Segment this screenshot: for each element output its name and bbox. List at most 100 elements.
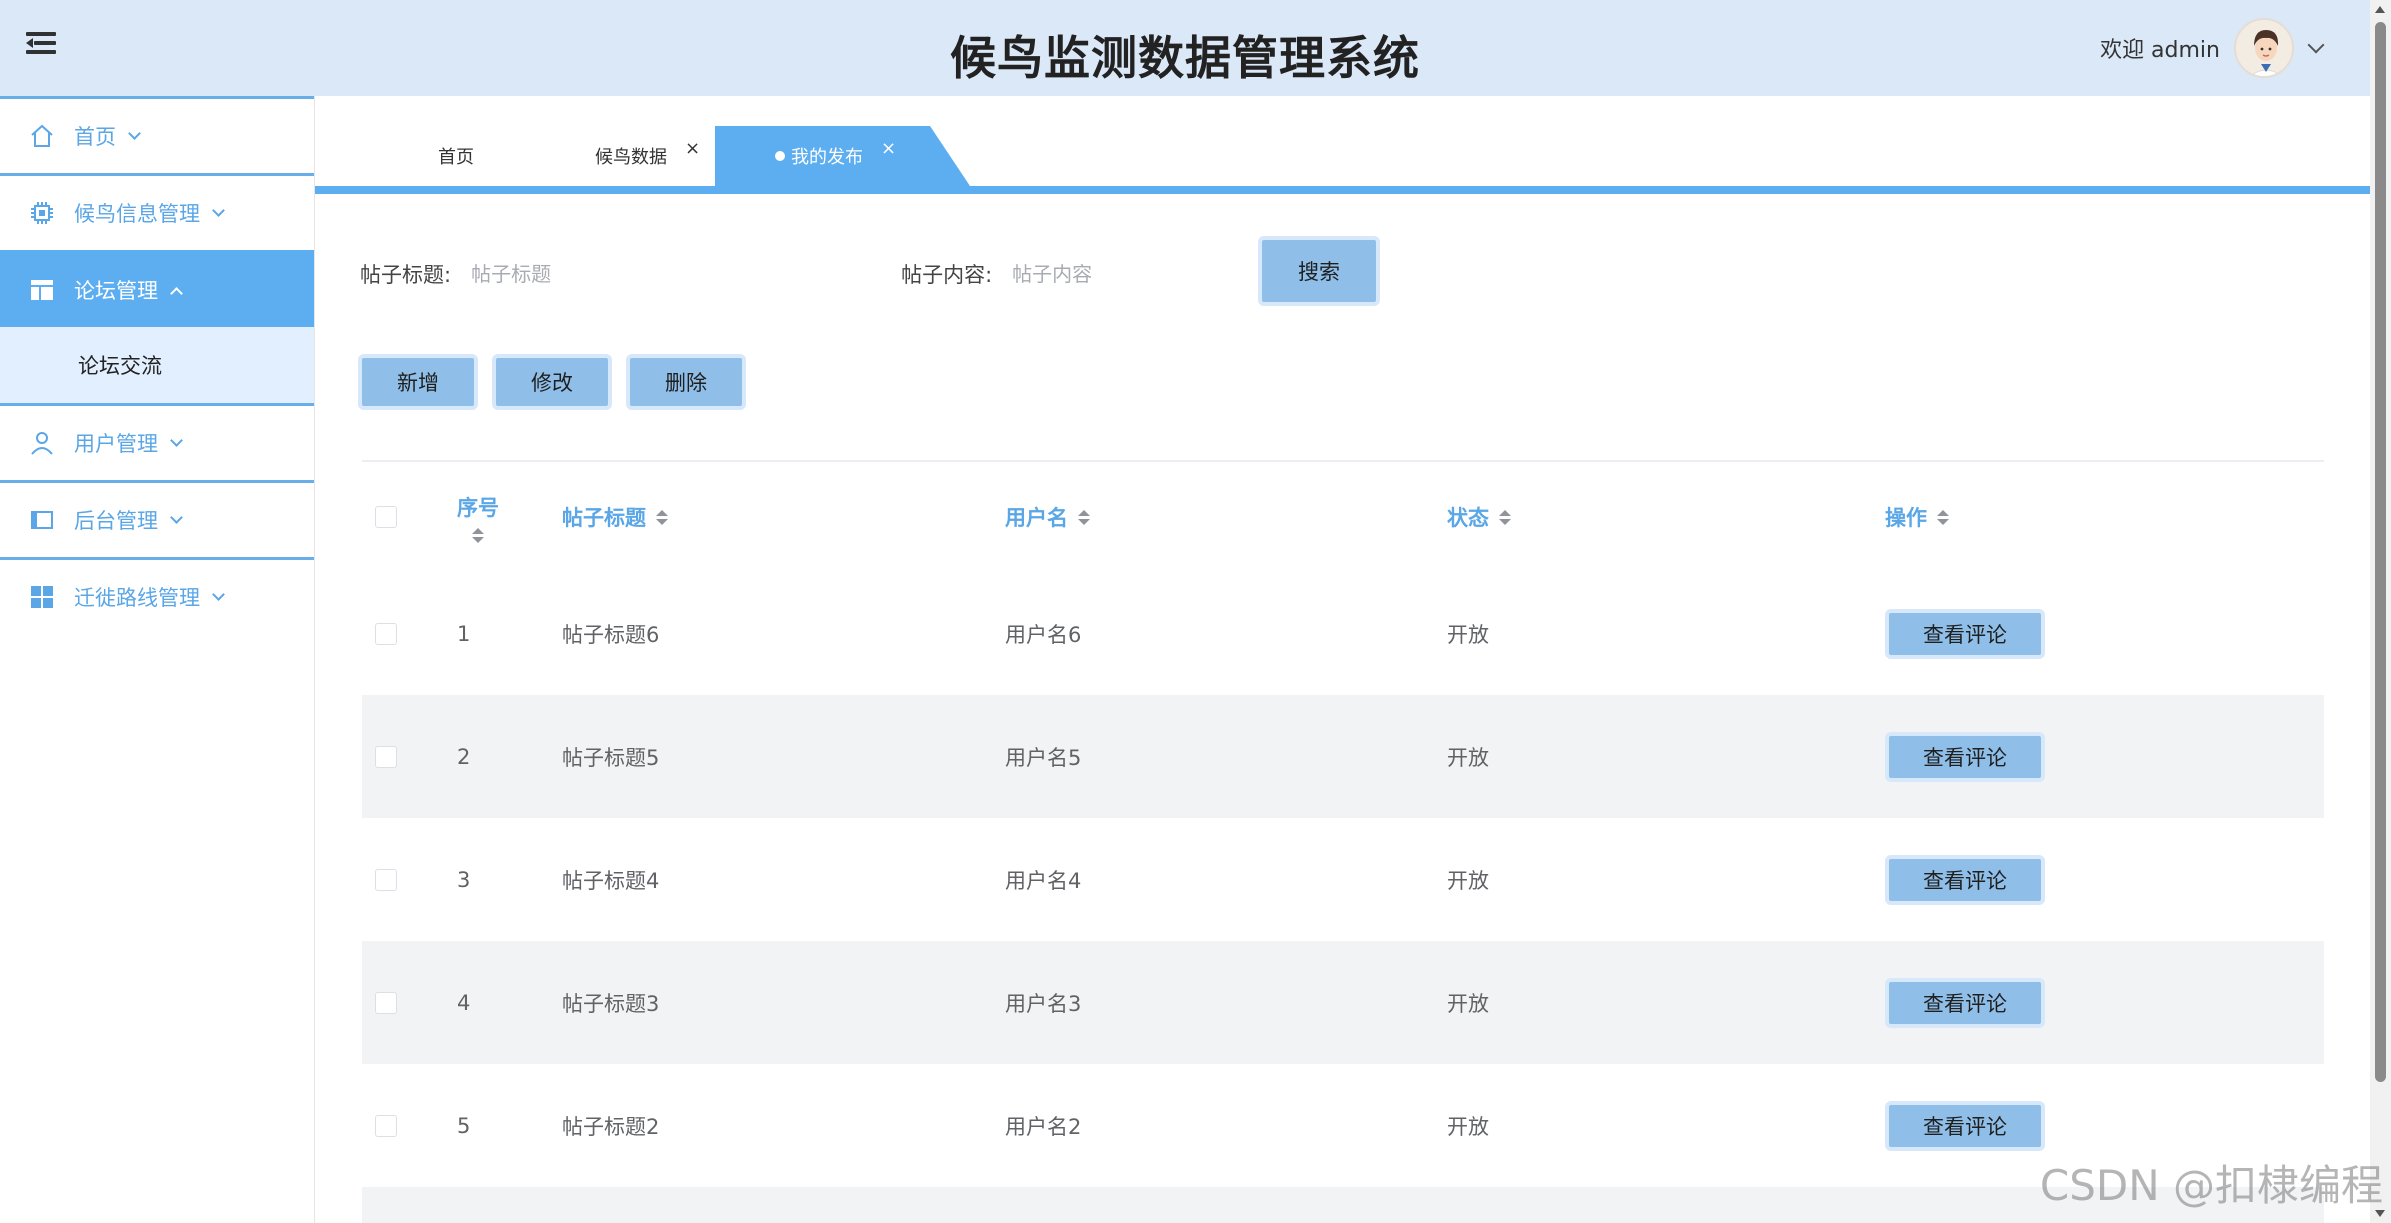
table-row[interactable]: 4 帖子标题3 用户名3 开放 查看评论 [362,941,2324,1064]
action-toolbar: 新增 修改 删除 [358,354,760,410]
tab-bird-data[interactable]: 候鸟数据 × [595,126,700,186]
op-cell: 查看评论 [1885,572,2045,695]
layout-icon [28,276,56,304]
chevron-down-icon [170,433,183,447]
sidebar-item-forum[interactable]: 论坛管理 [0,250,314,327]
table-row-partial [362,1187,2324,1223]
user-cell: 用户名6 [1005,622,1082,647]
status-cell: 开放 [1447,868,1489,893]
column-header-op[interactable]: 操作 [1885,462,1949,572]
sort-icon[interactable] [1937,509,1949,525]
title-cell: 帖子标题4 [562,868,660,893]
view-comments-button[interactable]: 查看评论 [1885,1100,2045,1151]
panel-icon [28,506,56,534]
close-icon[interactable]: × [685,138,700,159]
content-search-input[interactable] [1012,262,1293,286]
tabs-bar: 首页 候鸟数据 × 我的发布 × [315,96,2370,194]
add-button[interactable]: 新增 [358,354,478,410]
sort-icon[interactable] [656,509,668,525]
title-search-input[interactable] [471,262,752,286]
row-checkbox-cell [375,572,397,695]
column-header-seq[interactable]: 序号 [457,462,499,572]
table-row[interactable]: 1 帖子标题6 用户名6 开放 查看评论 [362,572,2324,695]
column-header-status[interactable]: 状态 [1447,462,1511,572]
welcome-text: 欢迎 admin [2100,38,2220,63]
page-scrollbar[interactable] [2370,0,2391,1223]
column-header-user[interactable]: 用户名 [1005,462,1090,572]
sidebar-item-admin[interactable]: 后台管理 [0,480,314,557]
active-dot-icon [775,151,785,161]
main-content: 帖子标题: 帖子内容: 搜索 新增 修改 删除 序号 帖子标题 用户名 [315,194,2370,1223]
row-checkbox[interactable] [375,622,397,645]
sidebar-subitem-label: 论坛交流 [78,354,162,378]
chevron-down-icon[interactable] [2307,36,2325,54]
search-button[interactable]: 搜索 [1258,236,1380,306]
chevron-down-icon [212,587,225,601]
sidebar-item-label: 用户管理 [74,432,158,456]
row-checkbox[interactable] [375,868,397,891]
table-row[interactable]: 5 帖子标题2 用户名2 开放 查看评论 [362,1064,2324,1187]
user-cell: 用户名2 [1005,1114,1082,1139]
user-cell: 用户名5 [1005,745,1082,770]
sort-icon[interactable] [472,527,484,543]
row-checkbox-cell [375,695,397,818]
edit-button[interactable]: 修改 [492,354,612,410]
sidebar-item-label: 迁徙路线管理 [74,586,200,610]
view-comments-button[interactable]: 查看评论 [1885,731,2045,782]
tabs-divider [315,186,2370,194]
tab-home[interactable]: 首页 [438,126,474,186]
view-comments-button[interactable]: 查看评论 [1885,608,2045,659]
select-all-cell [375,462,397,572]
view-comments-button[interactable]: 查看评论 [1885,977,2045,1028]
row-checkbox-cell [375,1064,397,1187]
table-row[interactable]: 2 帖子标题5 用户名5 开放 查看评论 [362,695,2324,818]
sidebar-item-users[interactable]: 用户管理 [0,403,314,480]
sidebar-item-bird-info[interactable]: 候鸟信息管理 [0,173,314,250]
delete-button[interactable]: 删除 [626,354,746,410]
user-icon [28,429,56,457]
sidebar-item-label: 后台管理 [74,509,158,533]
row-checkbox[interactable] [375,991,397,1014]
select-all-checkbox[interactable] [375,506,397,528]
app-title: 候鸟监测数据管理系统 [950,31,1420,85]
sort-icon[interactable] [1078,509,1090,525]
sidebar-item-migration[interactable]: 迁徙路线管理 [0,557,314,634]
table-row[interactable]: 3 帖子标题4 用户名4 开放 查看评论 [362,818,2324,941]
home-icon [28,122,56,150]
op-cell: 查看评论 [1885,941,2045,1064]
tab-label: 候鸟数据 [595,147,667,168]
row-checkbox[interactable] [375,1114,397,1137]
row-checkbox[interactable] [375,745,397,768]
sort-icon[interactable] [1499,509,1511,525]
tab-my-posts[interactable]: 我的发布 × [715,126,970,186]
sidebar: 首页 候鸟信息管理 论坛管理 论坛交流 用户管理 后台管理 迁徙路线管理 [0,96,315,1223]
seq-cell: 3 [457,867,471,892]
close-icon[interactable]: × [881,138,896,159]
tab-label: 我的发布 [791,147,863,168]
seq-cell: 1 [457,621,471,646]
status-cell: 开放 [1447,1114,1489,1139]
top-header: 候鸟监测数据管理系统 欢迎 admin [0,0,2370,96]
scroll-thumb[interactable] [2375,22,2386,1082]
title-cell: 帖子标题2 [562,1114,660,1139]
status-cell: 开放 [1447,622,1489,647]
title-cell: 帖子标题6 [562,622,660,647]
view-comments-button[interactable]: 查看评论 [1885,854,2045,905]
watermark: CSDN @扣棣编程 [2039,1161,2383,1210]
column-header-title[interactable]: 帖子标题 [562,462,668,572]
op-cell: 查看评论 [1885,695,2045,818]
op-cell: 查看评论 [1885,1064,2045,1187]
sidebar-item-home[interactable]: 首页 [0,96,314,173]
column-header-label: 操作 [1885,506,1927,530]
sidebar-item-label: 候鸟信息管理 [74,202,200,226]
row-checkbox-cell [375,941,397,1064]
avatar[interactable] [2234,18,2294,78]
scroll-up-icon[interactable] [2375,6,2385,13]
content-field-label: 帖子内容: [901,263,993,287]
sidebar-subitem-forum-exchange[interactable]: 论坛交流 [0,327,314,403]
column-header-label: 用户名 [1005,506,1068,530]
user-menu[interactable]: 欢迎 admin [2100,12,2325,84]
posts-table: 序号 帖子标题 用户名 状态 操作 1 帖子标题6 用户名6 开放 查看评论 2… [362,460,2324,1223]
title-cell: 帖子标题3 [562,991,660,1016]
op-cell: 查看评论 [1885,818,2045,941]
